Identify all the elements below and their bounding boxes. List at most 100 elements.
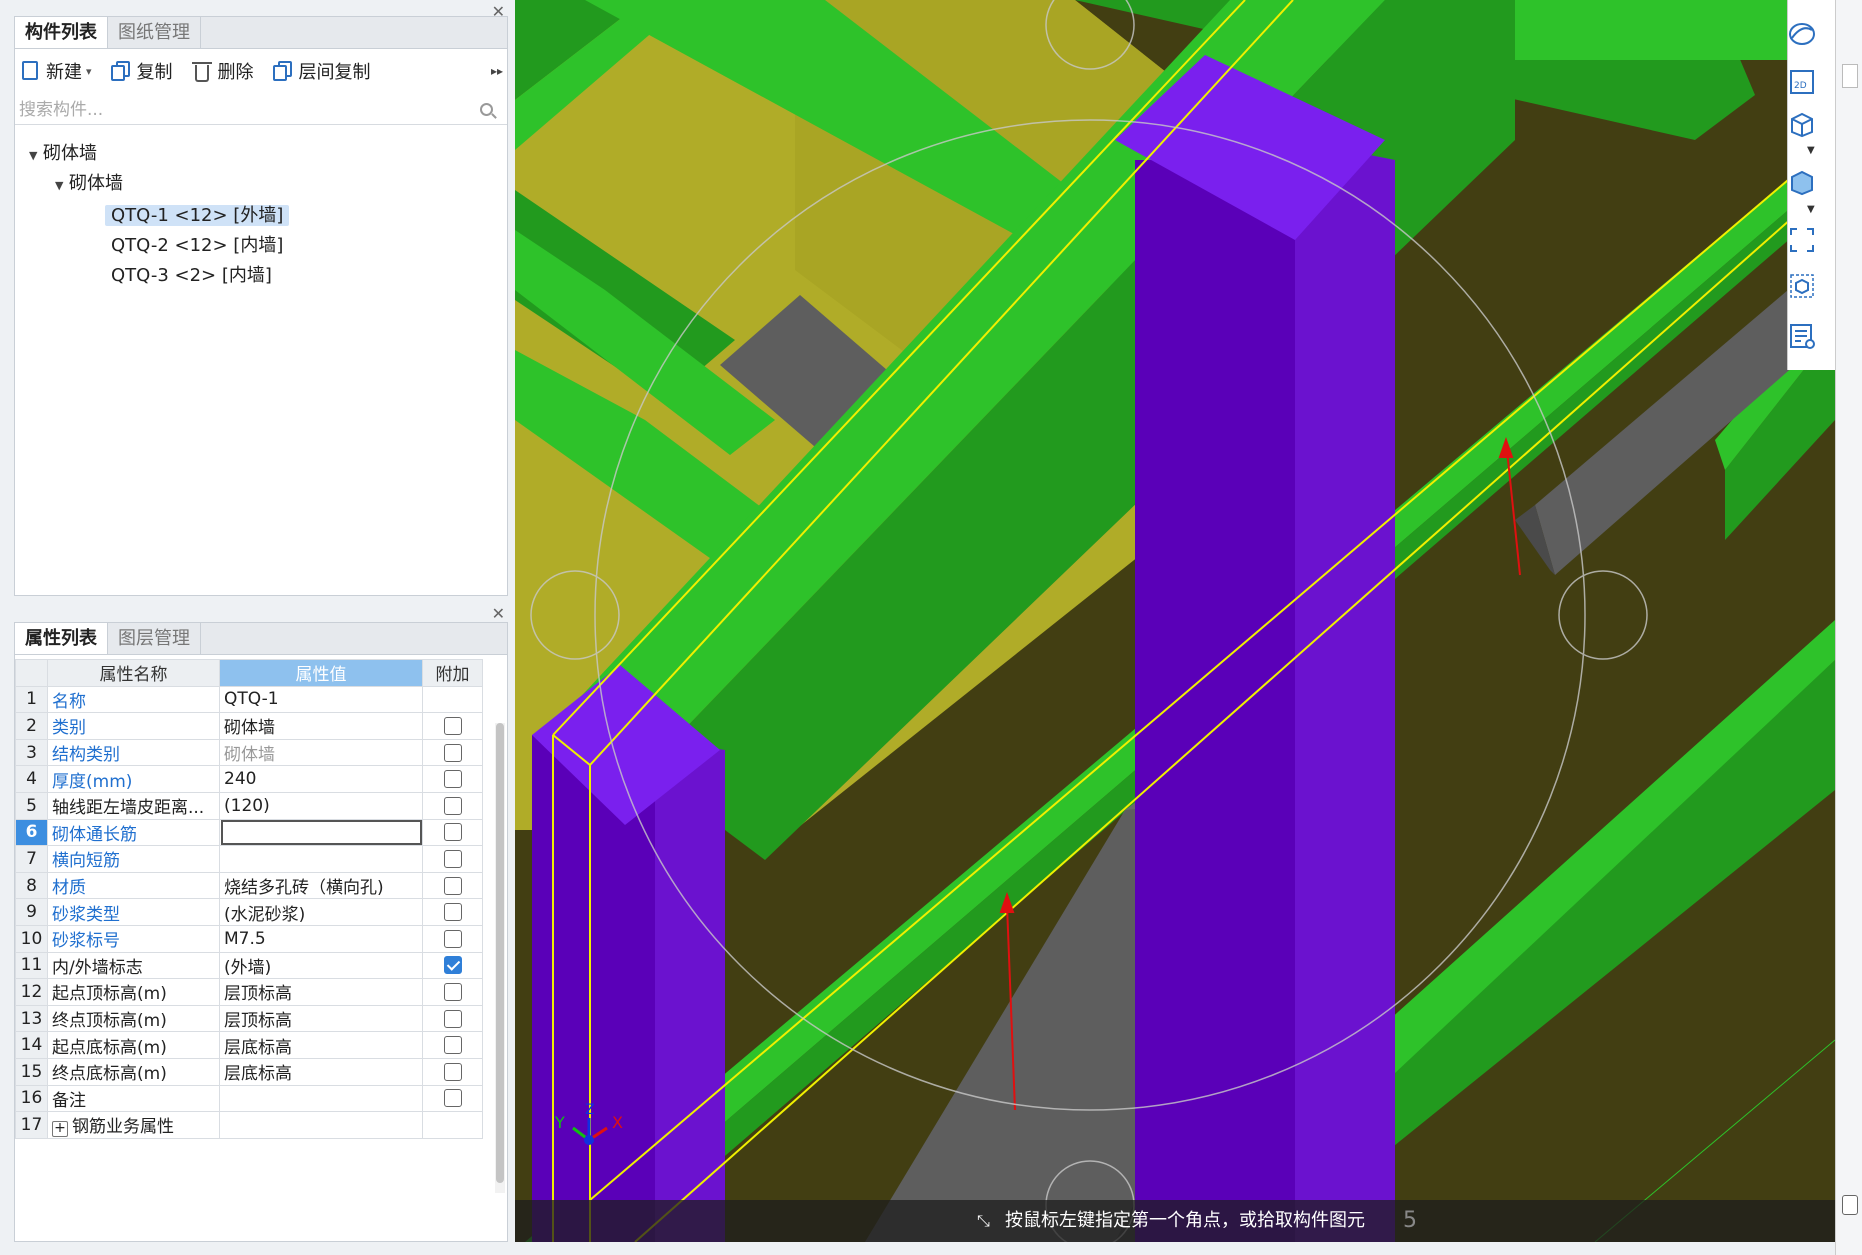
fit-view-icon[interactable] (1788, 226, 1816, 254)
property-value[interactable]: 层底标高 (219, 1057, 423, 1086)
extra-checkbox[interactable] (443, 1036, 462, 1055)
tree-item-label: QTQ-1 <12> [外墙] (105, 205, 290, 226)
search-input[interactable] (15, 97, 455, 123)
property-value[interactable]: 砌体墙 (219, 712, 423, 740)
extra-cell (422, 871, 483, 900)
property-row[interactable]: 8 材质 烧结多孔砖（横向孔) (15, 871, 483, 900)
extra-checkbox[interactable] (443, 716, 462, 735)
property-row[interactable]: 10 砂浆标号 M7.5 (15, 924, 483, 953)
property-row[interactable]: 13 终点顶标高(m) 层顶标高 (15, 1004, 483, 1033)
3d-viewport[interactable]: X Y Z 2D ▼ ▼ ⤡ 按鼠标左键指定第一个角点，或拾取构件图元 5 (515, 0, 1835, 1242)
property-value[interactable]: (120) (219, 791, 423, 820)
checkbox[interactable] (1842, 1195, 1858, 1215)
isometric-icon[interactable] (1788, 272, 1816, 300)
property-row[interactable]: 12 起点顶标高(m) 层顶标高 (15, 978, 483, 1006)
property-value[interactable]: 层顶标高 (219, 1004, 423, 1033)
extra-checkbox[interactable] (443, 849, 462, 868)
extra-checkbox[interactable] (443, 876, 462, 895)
extra-checkbox[interactable] (443, 823, 462, 842)
property-row[interactable]: 2 类别 砌体墙 (15, 712, 483, 740)
property-row[interactable]: 6 砌体通长筋 (15, 818, 483, 847)
delete-button[interactable]: 删除 (191, 58, 254, 84)
new-button[interactable]: 新建 ▾ (19, 58, 92, 84)
close-icon[interactable]: ✕ (492, 604, 505, 623)
property-row[interactable]: 17 + 钢筋业务属性 (15, 1111, 483, 1139)
extra-checkbox[interactable] (443, 743, 462, 762)
chevron-down-icon[interactable]: ▼ (1807, 145, 1815, 156)
cube-solid-icon[interactable] (1788, 168, 1816, 196)
property-row[interactable]: 3 结构类别 砌体墙 (15, 738, 483, 767)
property-value[interactable]: (水泥砂浆) (219, 898, 423, 926)
property-value[interactable]: QTQ-1 (219, 685, 423, 714)
cube-view-icon[interactable] (1788, 110, 1816, 138)
property-value[interactable]: 层底标高 (219, 1031, 423, 1059)
property-value[interactable]: 240 (219, 765, 423, 793)
floor-copy-button-label: 层间复制 (298, 62, 371, 83)
bottom-status-strip (0, 1242, 1835, 1255)
component-tabs: 构件列表 图纸管理 (15, 17, 507, 49)
extra-cell (422, 1004, 483, 1033)
chevron-down-icon[interactable]: ▾ (86, 65, 92, 78)
tree-root[interactable]: ▼ 砌体墙 (29, 139, 97, 171)
tab-property-list[interactable]: 属性列表 (15, 623, 108, 654)
status-bar: ⤡ 按鼠标左键指定第一个角点，或拾取构件图元 5 (515, 1200, 1835, 1242)
copy-button[interactable]: 复制 (110, 58, 173, 84)
extra-checkbox[interactable] (443, 903, 462, 922)
property-value[interactable]: M7.5 (219, 924, 423, 953)
tree-group[interactable]: ▼ 砌体墙 (55, 169, 123, 201)
property-row[interactable]: 4 厚度(mm) 240 (15, 765, 483, 793)
tree-item-qtq-2[interactable]: QTQ-2 <12> [内墙] (105, 231, 289, 261)
property-value[interactable]: (外墙) (219, 951, 423, 980)
floor-copy-button[interactable]: 层间复制 (272, 58, 371, 84)
property-value[interactable] (219, 818, 423, 847)
tab-component-list[interactable]: 构件列表 (15, 17, 108, 48)
row-index: 1 (15, 685, 48, 714)
extra-checkbox[interactable] (443, 1089, 462, 1108)
chevron-down-icon[interactable]: ▼ (1807, 204, 1815, 215)
component-toolbar: 新建 ▾ 复制 删除 层间复制 ▸▸ (15, 53, 507, 89)
property-row[interactable]: 15 终点底标高(m) 层底标高 (15, 1057, 483, 1086)
property-value[interactable] (219, 1111, 423, 1139)
extra-cell (422, 765, 483, 793)
caret-down-icon[interactable]: ▼ (29, 141, 43, 171)
3d-scene[interactable]: X Y Z (515, 0, 1835, 1242)
property-value[interactable]: 层顶标高 (219, 978, 423, 1006)
property-row[interactable]: 9 砂浆类型 (水泥砂浆) (15, 898, 483, 926)
property-row[interactable]: 16 备注 (15, 1084, 483, 1113)
property-value[interactable] (219, 845, 423, 873)
2d-view-icon[interactable]: 2D (1788, 68, 1816, 96)
property-value[interactable]: 烧结多孔砖（横向孔) (219, 871, 423, 900)
expand-icon[interactable]: + (52, 1121, 68, 1138)
extra-checkbox[interactable] (443, 929, 462, 948)
property-row[interactable]: 1 名称 QTQ-1 (15, 685, 483, 714)
property-value[interactable]: 砌体墙 (219, 738, 423, 767)
extra-checkbox[interactable] (443, 1062, 462, 1081)
toolbar-overflow-icon[interactable]: ▸▸ (491, 64, 503, 78)
tab-drawing-management[interactable]: 图纸管理 (108, 17, 201, 48)
caret-down-icon[interactable]: ▼ (55, 171, 69, 201)
layer-list-icon[interactable] (1788, 322, 1816, 350)
property-row[interactable]: 7 横向短筋 (15, 845, 483, 873)
property-row[interactable]: 11 内/外墙标志 (外墙) (15, 951, 483, 980)
property-name: + 钢筋业务属性 (47, 1111, 220, 1139)
extra-checkbox[interactable] (443, 796, 462, 815)
search-icon[interactable] (480, 103, 493, 116)
orbit-icon[interactable] (1788, 20, 1816, 48)
property-row[interactable]: 14 起点底标高(m) 层底标高 (15, 1031, 483, 1059)
panel-tab-stub[interactable] (1842, 64, 1858, 88)
extra-checkbox[interactable] (443, 1009, 462, 1028)
extra-checkbox[interactable] (443, 982, 462, 1001)
extra-cell (422, 898, 483, 926)
property-scrollbar[interactable] (495, 723, 505, 1193)
scrollbar-thumb[interactable] (496, 723, 504, 1183)
extra-checkbox[interactable] (443, 770, 462, 789)
property-value[interactable] (219, 1084, 423, 1113)
property-row[interactable]: 5 轴线距左墙皮距离... (120) (15, 791, 483, 820)
tree-item-qtq-3[interactable]: QTQ-3 <2> [内墙] (105, 261, 278, 291)
extra-checkbox[interactable] (443, 956, 462, 975)
close-icon[interactable]: ✕ (492, 2, 505, 21)
tab-layer-management[interactable]: 图层管理 (108, 623, 201, 654)
property-table-header: 属性名称 属性值 附加 (15, 659, 483, 687)
column[interactable] (1135, 160, 1295, 1242)
tree-item-qtq-1[interactable]: QTQ-1 <12> [外墙] (105, 201, 290, 231)
